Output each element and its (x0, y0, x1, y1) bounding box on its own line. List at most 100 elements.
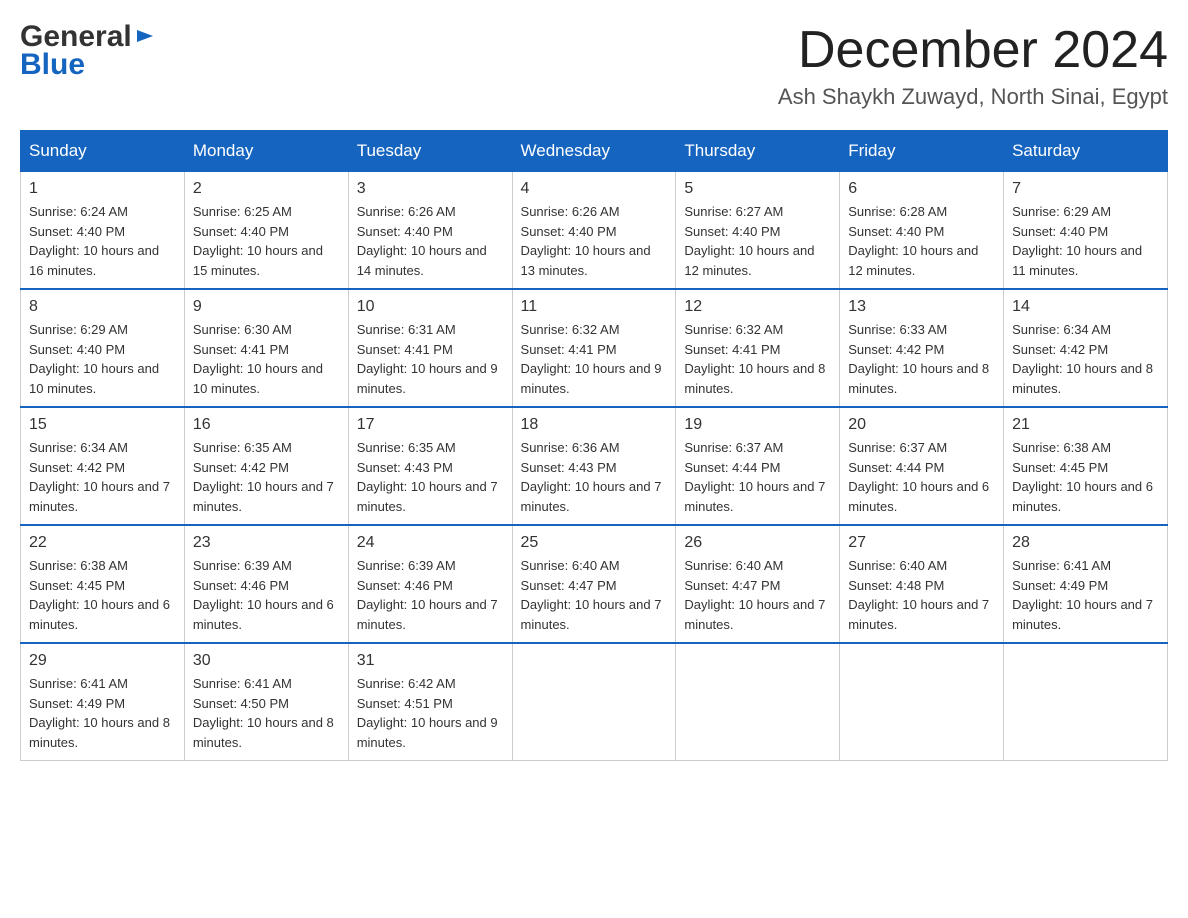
day-info: Sunrise: 6:32 AM Sunset: 4:41 PM Dayligh… (521, 320, 668, 398)
day-info: Sunrise: 6:27 AM Sunset: 4:40 PM Dayligh… (684, 202, 831, 280)
day-number: 23 (193, 534, 340, 552)
day-info: Sunrise: 6:29 AM Sunset: 4:40 PM Dayligh… (1012, 202, 1159, 280)
calendar-cell: 24 Sunrise: 6:39 AM Sunset: 4:46 PM Dayl… (348, 525, 512, 643)
calendar-cell: 21 Sunrise: 6:38 AM Sunset: 4:45 PM Dayl… (1004, 407, 1168, 525)
calendar-cell: 29 Sunrise: 6:41 AM Sunset: 4:49 PM Dayl… (21, 643, 185, 761)
day-number: 18 (521, 416, 668, 434)
calendar-cell: 12 Sunrise: 6:32 AM Sunset: 4:41 PM Dayl… (676, 289, 840, 407)
day-number: 7 (1012, 180, 1159, 198)
day-info: Sunrise: 6:38 AM Sunset: 4:45 PM Dayligh… (29, 556, 176, 634)
day-info: Sunrise: 6:30 AM Sunset: 4:41 PM Dayligh… (193, 320, 340, 398)
day-number: 16 (193, 416, 340, 434)
day-info: Sunrise: 6:36 AM Sunset: 4:43 PM Dayligh… (521, 438, 668, 516)
calendar-cell: 9 Sunrise: 6:30 AM Sunset: 4:41 PM Dayli… (184, 289, 348, 407)
calendar-cell: 7 Sunrise: 6:29 AM Sunset: 4:40 PM Dayli… (1004, 172, 1168, 290)
page-header: General Blue December 2024 Ash Shaykh Zu… (20, 20, 1168, 110)
week-row-5: 29 Sunrise: 6:41 AM Sunset: 4:49 PM Dayl… (21, 643, 1168, 761)
calendar-cell: 22 Sunrise: 6:38 AM Sunset: 4:45 PM Dayl… (21, 525, 185, 643)
day-number: 24 (357, 534, 504, 552)
weekday-header-wednesday: Wednesday (512, 131, 676, 172)
day-number: 30 (193, 652, 340, 670)
calendar-cell: 3 Sunrise: 6:26 AM Sunset: 4:40 PM Dayli… (348, 172, 512, 290)
day-number: 19 (684, 416, 831, 434)
calendar-cell: 30 Sunrise: 6:41 AM Sunset: 4:50 PM Dayl… (184, 643, 348, 761)
calendar-cell: 4 Sunrise: 6:26 AM Sunset: 4:40 PM Dayli… (512, 172, 676, 290)
day-info: Sunrise: 6:34 AM Sunset: 4:42 PM Dayligh… (1012, 320, 1159, 398)
calendar-cell: 27 Sunrise: 6:40 AM Sunset: 4:48 PM Dayl… (840, 525, 1004, 643)
day-info: Sunrise: 6:35 AM Sunset: 4:42 PM Dayligh… (193, 438, 340, 516)
day-info: Sunrise: 6:39 AM Sunset: 4:46 PM Dayligh… (193, 556, 340, 634)
weekday-header-thursday: Thursday (676, 131, 840, 172)
day-info: Sunrise: 6:40 AM Sunset: 4:48 PM Dayligh… (848, 556, 995, 634)
day-info: Sunrise: 6:41 AM Sunset: 4:49 PM Dayligh… (29, 674, 176, 752)
calendar-cell: 6 Sunrise: 6:28 AM Sunset: 4:40 PM Dayli… (840, 172, 1004, 290)
day-info: Sunrise: 6:35 AM Sunset: 4:43 PM Dayligh… (357, 438, 504, 516)
title-block: December 2024 Ash Shaykh Zuwayd, North S… (778, 20, 1168, 110)
weekday-header-saturday: Saturday (1004, 131, 1168, 172)
day-info: Sunrise: 6:26 AM Sunset: 4:40 PM Dayligh… (357, 202, 504, 280)
calendar-cell (840, 643, 1004, 761)
day-number: 14 (1012, 298, 1159, 316)
day-number: 4 (521, 180, 668, 198)
calendar-cell: 13 Sunrise: 6:33 AM Sunset: 4:42 PM Dayl… (840, 289, 1004, 407)
calendar-cell (512, 643, 676, 761)
week-row-2: 8 Sunrise: 6:29 AM Sunset: 4:40 PM Dayli… (21, 289, 1168, 407)
calendar-cell: 28 Sunrise: 6:41 AM Sunset: 4:49 PM Dayl… (1004, 525, 1168, 643)
day-number: 15 (29, 416, 176, 434)
day-number: 25 (521, 534, 668, 552)
day-number: 20 (848, 416, 995, 434)
logo: General Blue (20, 20, 155, 82)
day-info: Sunrise: 6:28 AM Sunset: 4:40 PM Dayligh… (848, 202, 995, 280)
day-info: Sunrise: 6:40 AM Sunset: 4:47 PM Dayligh… (521, 556, 668, 634)
day-info: Sunrise: 6:37 AM Sunset: 4:44 PM Dayligh… (848, 438, 995, 516)
day-number: 8 (29, 298, 176, 316)
day-number: 31 (357, 652, 504, 670)
day-info: Sunrise: 6:31 AM Sunset: 4:41 PM Dayligh… (357, 320, 504, 398)
day-number: 26 (684, 534, 831, 552)
day-number: 3 (357, 180, 504, 198)
day-number: 21 (1012, 416, 1159, 434)
day-number: 2 (193, 180, 340, 198)
calendar-table: SundayMondayTuesdayWednesdayThursdayFrid… (20, 130, 1168, 761)
calendar-cell: 20 Sunrise: 6:37 AM Sunset: 4:44 PM Dayl… (840, 407, 1004, 525)
calendar-cell: 5 Sunrise: 6:27 AM Sunset: 4:40 PM Dayli… (676, 172, 840, 290)
day-info: Sunrise: 6:29 AM Sunset: 4:40 PM Dayligh… (29, 320, 176, 398)
calendar-cell: 10 Sunrise: 6:31 AM Sunset: 4:41 PM Dayl… (348, 289, 512, 407)
day-info: Sunrise: 6:41 AM Sunset: 4:50 PM Dayligh… (193, 674, 340, 752)
calendar-cell: 15 Sunrise: 6:34 AM Sunset: 4:42 PM Dayl… (21, 407, 185, 525)
calendar-cell: 31 Sunrise: 6:42 AM Sunset: 4:51 PM Dayl… (348, 643, 512, 761)
day-info: Sunrise: 6:41 AM Sunset: 4:49 PM Dayligh… (1012, 556, 1159, 634)
day-number: 22 (29, 534, 176, 552)
calendar-cell: 17 Sunrise: 6:35 AM Sunset: 4:43 PM Dayl… (348, 407, 512, 525)
logo-arrow-icon (135, 26, 155, 51)
calendar-cell (676, 643, 840, 761)
day-number: 1 (29, 180, 176, 198)
day-number: 13 (848, 298, 995, 316)
day-info: Sunrise: 6:40 AM Sunset: 4:47 PM Dayligh… (684, 556, 831, 634)
day-number: 27 (848, 534, 995, 552)
calendar-cell: 16 Sunrise: 6:35 AM Sunset: 4:42 PM Dayl… (184, 407, 348, 525)
weekday-header-tuesday: Tuesday (348, 131, 512, 172)
day-info: Sunrise: 6:32 AM Sunset: 4:41 PM Dayligh… (684, 320, 831, 398)
day-info: Sunrise: 6:33 AM Sunset: 4:42 PM Dayligh… (848, 320, 995, 398)
day-number: 11 (521, 298, 668, 316)
calendar-cell: 8 Sunrise: 6:29 AM Sunset: 4:40 PM Dayli… (21, 289, 185, 407)
logo-blue: Blue (20, 48, 85, 82)
calendar-cell: 23 Sunrise: 6:39 AM Sunset: 4:46 PM Dayl… (184, 525, 348, 643)
calendar-cell: 14 Sunrise: 6:34 AM Sunset: 4:42 PM Dayl… (1004, 289, 1168, 407)
calendar-cell: 18 Sunrise: 6:36 AM Sunset: 4:43 PM Dayl… (512, 407, 676, 525)
week-row-4: 22 Sunrise: 6:38 AM Sunset: 4:45 PM Dayl… (21, 525, 1168, 643)
week-row-1: 1 Sunrise: 6:24 AM Sunset: 4:40 PM Dayli… (21, 172, 1168, 290)
day-number: 5 (684, 180, 831, 198)
day-info: Sunrise: 6:37 AM Sunset: 4:44 PM Dayligh… (684, 438, 831, 516)
weekday-header-row: SundayMondayTuesdayWednesdayThursdayFrid… (21, 131, 1168, 172)
day-number: 17 (357, 416, 504, 434)
day-number: 29 (29, 652, 176, 670)
day-info: Sunrise: 6:25 AM Sunset: 4:40 PM Dayligh… (193, 202, 340, 280)
day-info: Sunrise: 6:26 AM Sunset: 4:40 PM Dayligh… (521, 202, 668, 280)
day-info: Sunrise: 6:24 AM Sunset: 4:40 PM Dayligh… (29, 202, 176, 280)
calendar-cell: 1 Sunrise: 6:24 AM Sunset: 4:40 PM Dayli… (21, 172, 185, 290)
day-number: 12 (684, 298, 831, 316)
day-number: 28 (1012, 534, 1159, 552)
calendar-cell (1004, 643, 1168, 761)
